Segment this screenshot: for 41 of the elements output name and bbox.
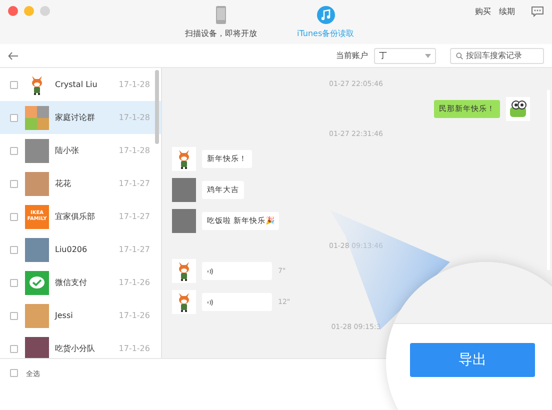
fox-icon [176, 261, 192, 281]
music-icon [316, 6, 335, 24]
checkbox[interactable] [10, 114, 18, 122]
photo-placeholder [172, 209, 196, 233]
header-link[interactable]: 续期 [499, 6, 515, 17]
chat-icon[interactable] [531, 6, 544, 17]
checkbox[interactable] [10, 212, 18, 220]
photo-placeholder [172, 178, 196, 202]
dropdown-caret-icon [425, 54, 431, 58]
checkbox[interactable] [10, 312, 18, 320]
sound-wave-icon [207, 268, 213, 274]
checkbox[interactable] [10, 80, 18, 88]
close-window-control[interactable] [8, 6, 18, 16]
search-icon [456, 52, 463, 60]
contact-row[interactable]: 家庭讨论群 17-1-28 [0, 101, 161, 134]
phone-icon [216, 6, 226, 24]
search-field[interactable]: 按回车搜索记录 [450, 48, 544, 64]
checkbox[interactable] [10, 146, 18, 154]
header-link[interactable]: 购买 [475, 6, 491, 17]
mode-tab[interactable]: 扫描设备，即将开放 [185, 6, 257, 39]
checkbox[interactable] [10, 344, 18, 352]
voice-message[interactable] [202, 262, 272, 280]
group-avatar-icon [25, 106, 49, 130]
checkbox[interactable] [10, 180, 18, 188]
fox-icon [176, 149, 192, 169]
checkbox[interactable] [10, 369, 18, 377]
sound-wave-icon [207, 298, 213, 306]
back-arrow-icon[interactable] [8, 52, 18, 60]
account-label: 当前账户 [336, 50, 368, 61]
checkbox[interactable] [10, 246, 18, 254]
checkbox[interactable] [10, 278, 18, 286]
frog-icon [508, 100, 528, 118]
voice-message[interactable] [202, 293, 272, 311]
fox-icon [176, 292, 192, 312]
check-bubble-icon [29, 276, 45, 290]
minimize-window-control[interactable] [24, 6, 34, 16]
fox-icon [29, 74, 45, 94]
account-dropdown[interactable]: 丁 [374, 48, 436, 64]
scrollbar[interactable] [155, 70, 159, 144]
zoom-window-control[interactable] [40, 6, 50, 16]
search-input[interactable]: 按回车搜索记录 [466, 51, 538, 60]
